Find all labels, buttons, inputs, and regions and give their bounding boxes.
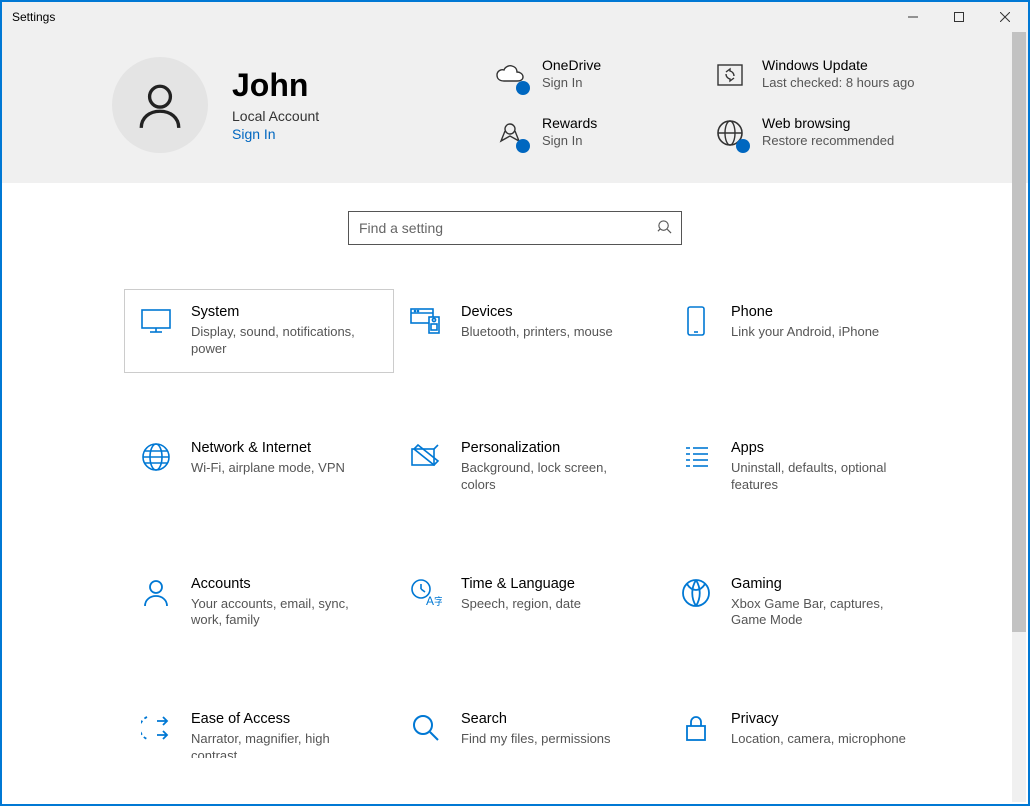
- category-desc: Display, sound, notifications, power: [191, 324, 371, 358]
- category-desc: Find my files, permissions: [461, 731, 611, 748]
- category-desc: Narrator, magnifier, high contrast: [191, 731, 371, 758]
- profile-username: John: [232, 68, 319, 103]
- category-desc: Uninstall, defaults, optional features: [731, 460, 911, 494]
- searchbar: [348, 211, 682, 245]
- avatar: [112, 57, 208, 153]
- settings-window: Settings John Local Account Sign In: [0, 0, 1030, 806]
- category-ease-of-access[interactable]: Ease of Access Narrator, magnifier, high…: [124, 696, 394, 758]
- category-title: Personalization: [461, 440, 641, 456]
- category-accounts[interactable]: Accounts Your accounts, email, sync, wor…: [124, 561, 394, 645]
- window-controls: [890, 2, 1028, 32]
- ease-of-access-icon: [139, 711, 173, 745]
- profile-block[interactable]: John Local Account Sign In: [112, 57, 492, 153]
- maximize-button[interactable]: [936, 2, 982, 32]
- tile-web-browsing[interactable]: Web browsing Restore recommended: [712, 115, 932, 153]
- onedrive-icon: [492, 57, 528, 93]
- profile-info: John Local Account Sign In: [232, 68, 319, 141]
- category-title: Phone: [731, 304, 879, 320]
- category-desc: Bluetooth, printers, mouse: [461, 324, 613, 341]
- accounts-icon: [139, 576, 173, 610]
- category-desc: Wi-Fi, airplane mode, VPN: [191, 460, 345, 477]
- tile-title: Rewards: [542, 115, 597, 131]
- category-gaming[interactable]: Gaming Xbox Game Bar, captures, Game Mod…: [664, 561, 934, 645]
- tile-subtitle: Sign In: [542, 133, 597, 149]
- category-title: Devices: [461, 304, 613, 320]
- category-title: Privacy: [731, 711, 906, 727]
- category-title: Search: [461, 711, 611, 727]
- tile-onedrive[interactable]: OneDrive Sign In: [492, 57, 712, 95]
- categories-grid: System Display, sound, notifications, po…: [124, 289, 934, 758]
- category-personalization[interactable]: Personalization Background, lock screen,…: [394, 425, 664, 509]
- personalization-icon: [409, 440, 443, 474]
- category-title: System: [191, 304, 371, 320]
- category-apps[interactable]: Apps Uninstall, defaults, optional featu…: [664, 425, 934, 509]
- category-title: Gaming: [731, 576, 911, 592]
- category-title: Apps: [731, 440, 911, 456]
- header: John Local Account Sign In OneDrive Sign…: [2, 32, 1028, 183]
- category-desc: Xbox Game Bar, captures, Game Mode: [731, 596, 911, 630]
- time-language-icon: A字: [409, 576, 443, 610]
- category-desc: Location, camera, microphone: [731, 731, 906, 748]
- close-button[interactable]: [982, 2, 1028, 32]
- tile-subtitle: Sign In: [542, 75, 601, 91]
- search-input[interactable]: [348, 211, 682, 245]
- gaming-icon: [679, 576, 713, 610]
- scrollbar-thumb[interactable]: [1012, 32, 1026, 632]
- category-phone[interactable]: Phone Link your Android, iPhone: [664, 289, 934, 373]
- update-icon: [712, 57, 748, 93]
- privacy-icon: [679, 711, 713, 745]
- category-desc: Speech, region, date: [461, 596, 581, 613]
- rewards-icon: [492, 115, 528, 151]
- tile-windows-update[interactable]: Windows Update Last checked: 8 hours ago: [712, 57, 932, 95]
- category-title: Ease of Access: [191, 711, 371, 727]
- category-search[interactable]: Search Find my files, permissions: [394, 696, 664, 758]
- category-devices[interactable]: Devices Bluetooth, printers, mouse: [394, 289, 664, 373]
- category-title: Network & Internet: [191, 440, 345, 456]
- profile-signin-link[interactable]: Sign In: [232, 126, 319, 142]
- window-title: Settings: [12, 10, 55, 24]
- category-desc: Your accounts, email, sync, work, family: [191, 596, 371, 630]
- search-category-icon: [409, 711, 443, 745]
- vertical-scrollbar[interactable]: [1012, 32, 1026, 802]
- profile-account-type: Local Account: [232, 108, 319, 124]
- header-tiles: OneDrive Sign In Windows Update Last che…: [492, 57, 968, 153]
- category-system[interactable]: System Display, sound, notifications, po…: [124, 289, 394, 373]
- category-desc: Link your Android, iPhone: [731, 324, 879, 341]
- category-network[interactable]: Network & Internet Wi-Fi, airplane mode,…: [124, 425, 394, 509]
- category-title: Time & Language: [461, 576, 581, 592]
- category-title: Accounts: [191, 576, 371, 592]
- tile-rewards[interactable]: Rewards Sign In: [492, 115, 712, 153]
- svg-text:字: 字: [434, 595, 442, 608]
- category-privacy[interactable]: Privacy Location, camera, microphone: [664, 696, 934, 758]
- titlebar: Settings: [2, 2, 1028, 32]
- svg-text:A: A: [426, 594, 434, 608]
- content: System Display, sound, notifications, po…: [2, 183, 1028, 758]
- search-icon: [657, 219, 672, 237]
- globe-icon: [712, 115, 748, 151]
- system-icon: [139, 304, 173, 338]
- network-icon: [139, 440, 173, 474]
- minimize-button[interactable]: [890, 2, 936, 32]
- tile-subtitle: Last checked: 8 hours ago: [762, 75, 915, 91]
- devices-icon: [409, 304, 443, 338]
- tile-title: Windows Update: [762, 57, 915, 73]
- tile-title: OneDrive: [542, 57, 601, 73]
- tile-title: Web browsing: [762, 115, 894, 131]
- phone-icon: [679, 304, 713, 338]
- apps-icon: [679, 440, 713, 474]
- category-time-language[interactable]: A字 Time & Language Speech, region, date: [394, 561, 664, 645]
- tile-subtitle: Restore recommended: [762, 133, 894, 149]
- category-desc: Background, lock screen, colors: [461, 460, 641, 494]
